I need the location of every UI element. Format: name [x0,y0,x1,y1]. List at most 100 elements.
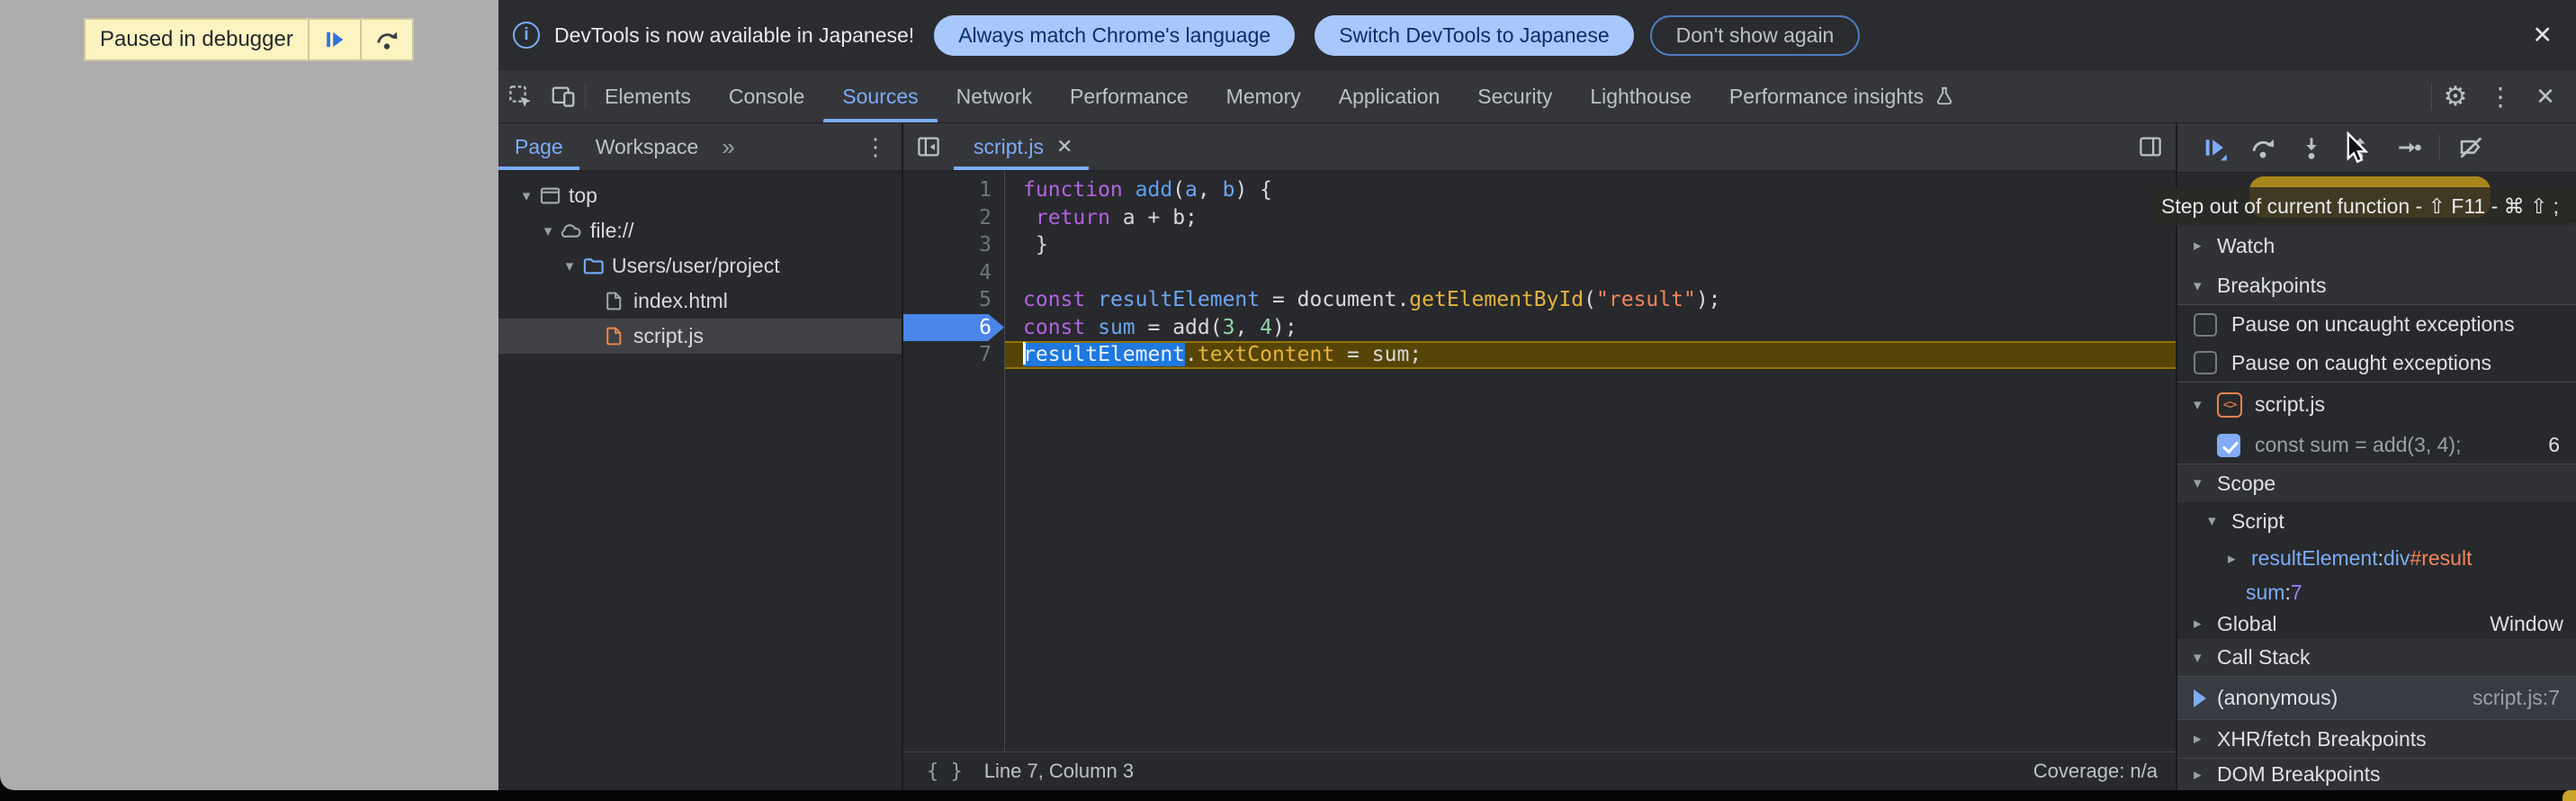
devtools-infobar: i DevTools is now available in Japanese!… [498,0,2576,70]
scope-item-sum[interactable]: sum : 7 [2177,577,2576,608]
chevron-down-icon[interactable]: ▾ [515,187,538,205]
tree-item-label: file:// [590,219,634,243]
tab-lighthouse[interactable]: Lighthouse [1571,70,1710,122]
close-tab-icon[interactable]: ✕ [1056,135,1073,158]
dont-show-again-button[interactable]: Don't show again [1650,15,1861,56]
code-text[interactable]: return a + b; [1005,204,2176,232]
tab-application[interactable]: Application [1320,70,1459,122]
code-line-6: 6const sum = add(3, 4); [903,314,2176,342]
code-line-1: 1function add(a, b) { [903,176,2176,204]
devtools-tabbar: ElementsConsoleSourcesNetworkPerformance… [498,70,2576,123]
always-match-language-button[interactable]: Always match Chrome's language [934,15,1295,56]
mouse-cursor [2339,131,2370,164]
switch-to-japanese-button[interactable]: Switch DevTools to Japanese [1315,15,1633,56]
scope-global-group[interactable]: ▸ Global Window [2177,608,2576,639]
code-text[interactable]: } [1005,231,2176,259]
tab-performance-insights[interactable]: Performance insights [1710,70,1975,122]
chevron-right-icon: ▸ [2228,550,2251,568]
tree-item-label: index.html [633,289,728,313]
tab-sources[interactable]: Sources [823,70,937,122]
section-breakpoints[interactable]: ▾ Breakpoints [2177,267,2576,305]
deactivate-breakpoints-icon [2457,134,2484,161]
tab-console[interactable]: Console [710,70,823,122]
tab-network[interactable]: Network [938,70,1051,122]
file-tree: ▾top▾file://▾Users/user/projectindex.htm… [498,171,902,354]
navigator-tabstrip: Page Workspace » ⋮ [498,123,902,171]
breakpoint-enabled-checkbox[interactable] [2217,434,2240,457]
tab-elements[interactable]: Elements [586,70,710,122]
device-toolbar-button[interactable] [542,76,585,116]
inspect-icon [507,83,534,110]
tab-performance[interactable]: Performance [1051,70,1207,122]
tab-memory[interactable]: Memory [1207,70,1320,122]
toggle-debugger-sidebar-button[interactable] [2125,123,2176,170]
line-number[interactable]: 7 [903,341,1004,369]
toggle-navigator-button[interactable] [903,123,954,170]
code-line-3: 3 } [903,231,2176,259]
panel-left-toggle-icon [915,133,942,160]
code-text[interactable]: const resultElement = document.getElemen… [1005,286,2176,314]
step-into-button[interactable] [2287,129,2336,166]
line-number[interactable]: 4 [903,259,1004,287]
webpage: Paused in debugger [0,0,498,790]
paused-banner-label: Paused in debugger [85,27,308,52]
line-number[interactable]: 2 [903,204,1004,232]
folder-icon [581,254,606,278]
line-number[interactable]: 1 [903,176,1004,204]
call-frame-anonymous[interactable]: (anonymous) script.js:7 [2177,677,2576,720]
step-into-icon [2298,134,2325,161]
code-text[interactable] [1005,259,2176,287]
section-scope[interactable]: ▾ Scope [2177,464,2576,502]
section-call-stack[interactable]: ▾ Call Stack [2177,639,2576,677]
step-over-banner-button[interactable] [362,20,412,59]
chevron-down-icon[interactable]: ▾ [558,257,581,275]
chevron-down-icon[interactable]: ▾ [536,222,560,240]
more-tabs-icon[interactable]: » [714,123,741,170]
tree-item-file[interactable]: ▾ file:// [498,213,902,248]
debugger-toolbar [2177,123,2576,173]
breakpoint-entry[interactable]: const sum = add(3, 4); 6 [2177,427,2576,464]
tree-item-top[interactable]: ▾top [498,178,902,213]
settings-gear-icon[interactable]: ⚙ [2434,76,2477,116]
scope-script-group[interactable]: ▾ Script [2177,502,2576,540]
tab-workspace[interactable]: Workspace [579,123,715,170]
section-xhr-breakpoints[interactable]: ▸ XHR/fetch Breakpoints [2177,720,2576,759]
tree-item-index-html[interactable]: index.html [498,284,902,319]
section-dom-breakpoints[interactable]: ▸ DOM Breakpoints [2177,759,2576,790]
chevron-down-icon: ▾ [2194,396,2217,414]
resume-script-button[interactable] [310,20,360,59]
code-text[interactable]: function add(a, b) { [1005,176,2176,204]
code-editor[interactable]: 1function add(a, b) {2 return a + b;3 }4… [903,171,2176,752]
code-line-7: 7resultElement.textContent = sum; [903,341,2176,369]
code-text[interactable]: const sum = add(3, 4); [1005,314,2176,342]
pause-uncaught-checkbox[interactable] [2194,313,2217,337]
editor-tab-scriptjs[interactable]: script.js ✕ [954,123,1089,170]
tab-security[interactable]: Security [1459,70,1571,122]
frame-icon [538,184,562,208]
execution-line[interactable]: resultElement.textContent = sum; [1005,341,2176,369]
devtools-panel: i DevTools is now available in Japanese!… [498,0,2576,790]
breakpoint-group-scriptjs[interactable]: ▾ <> script.js [2177,382,2576,427]
step-button[interactable] [2384,129,2433,166]
devtools-tabs: ElementsConsoleSourcesNetworkPerformance… [586,70,1975,122]
more-options-icon[interactable]: ⋮ [2479,76,2522,116]
scope-item-resultelement[interactable]: ▸ resultElement : div #result [2177,540,2576,577]
close-devtools-icon[interactable]: ✕ [2524,76,2567,116]
deactivate-breakpoints-button[interactable] [2446,129,2495,166]
tree-item-users-user-project[interactable]: ▾Users/user/project [498,248,902,284]
pause-caught-checkbox[interactable] [2194,351,2217,374]
step-over-button[interactable] [2239,129,2287,166]
screenshot-root: Paused in debugger i DevTools is now ava… [0,0,2576,801]
infobar-close-icon[interactable]: ✕ [2525,18,2560,53]
tree-item-script-js[interactable]: script.js [498,319,902,354]
breakpoint-marker[interactable]: 6 [903,314,1004,342]
navigator-menu-icon[interactable]: ⋮ [849,123,902,170]
line-number[interactable]: 3 [903,231,1004,259]
pretty-print-button[interactable]: { } [927,760,963,783]
section-watch[interactable]: ▸ Watch [2177,224,2576,267]
background-window-corner [2563,790,2576,801]
tab-page[interactable]: Page [498,123,579,170]
resume-button[interactable] [2190,129,2239,166]
line-number[interactable]: 5 [903,286,1004,314]
inspect-element-button[interactable] [498,76,542,116]
